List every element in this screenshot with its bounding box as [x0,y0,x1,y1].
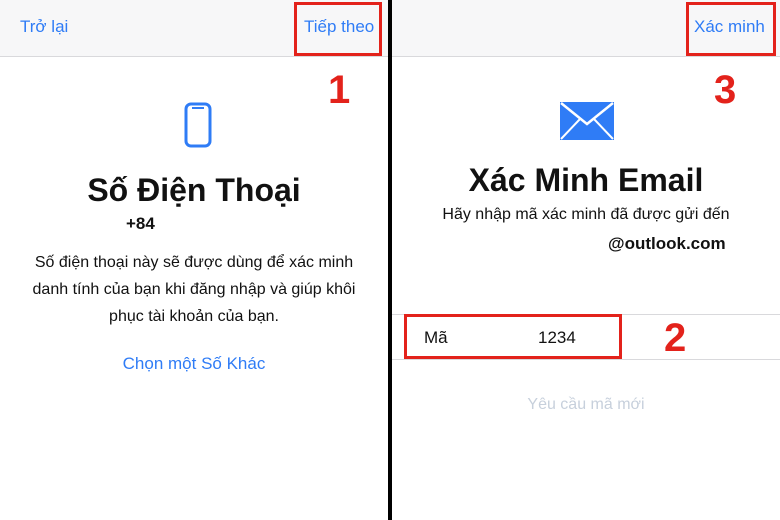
mail-icon [560,102,614,145]
divider [392,359,780,360]
email-address: @outlook.com [608,234,726,253]
phone-icon [184,102,212,153]
step-marker-2: 2 [664,316,687,360]
choose-other-number-link[interactable]: Chọn một Số Khác [0,354,388,374]
country-code: +84 [126,214,155,233]
code-highlight-box [404,314,622,359]
description-line: danh tính của bạn khi đăng nhập và giúp … [32,281,356,298]
step-marker-3: 3 [714,68,737,112]
request-new-code-link[interactable]: Yêu cầu mã mới [392,396,780,414]
description-line: Số điện thoại này sẽ được dùng để xác mi… [34,254,354,271]
verify-email-screen: Xác minh 3 Xác Minh Email Hãy nhập mã xá… [392,0,780,520]
verify-highlight-box [686,2,776,56]
page-title: Số Điện Thoại [87,172,301,208]
phone-number-screen: Trở lại Tiếp theo 1 Số Điện Thoại +84 Số… [0,0,388,520]
screen: Trở lại Tiếp theo 1 Số Điện Thoại +84 Số… [0,0,780,520]
page-title: Xác Minh Email [468,162,704,198]
description: Số điện thoại này sẽ được dùng để xác mi… [0,249,388,330]
back-button[interactable]: Trở lại [20,17,68,37]
step-marker-1: 1 [328,68,351,112]
description-line: phục tài khoản của bạn. [109,308,279,325]
next-highlight-box [294,2,382,56]
verify-subtitle: Hãy nhập mã xác minh đã được gửi đến [442,206,730,223]
